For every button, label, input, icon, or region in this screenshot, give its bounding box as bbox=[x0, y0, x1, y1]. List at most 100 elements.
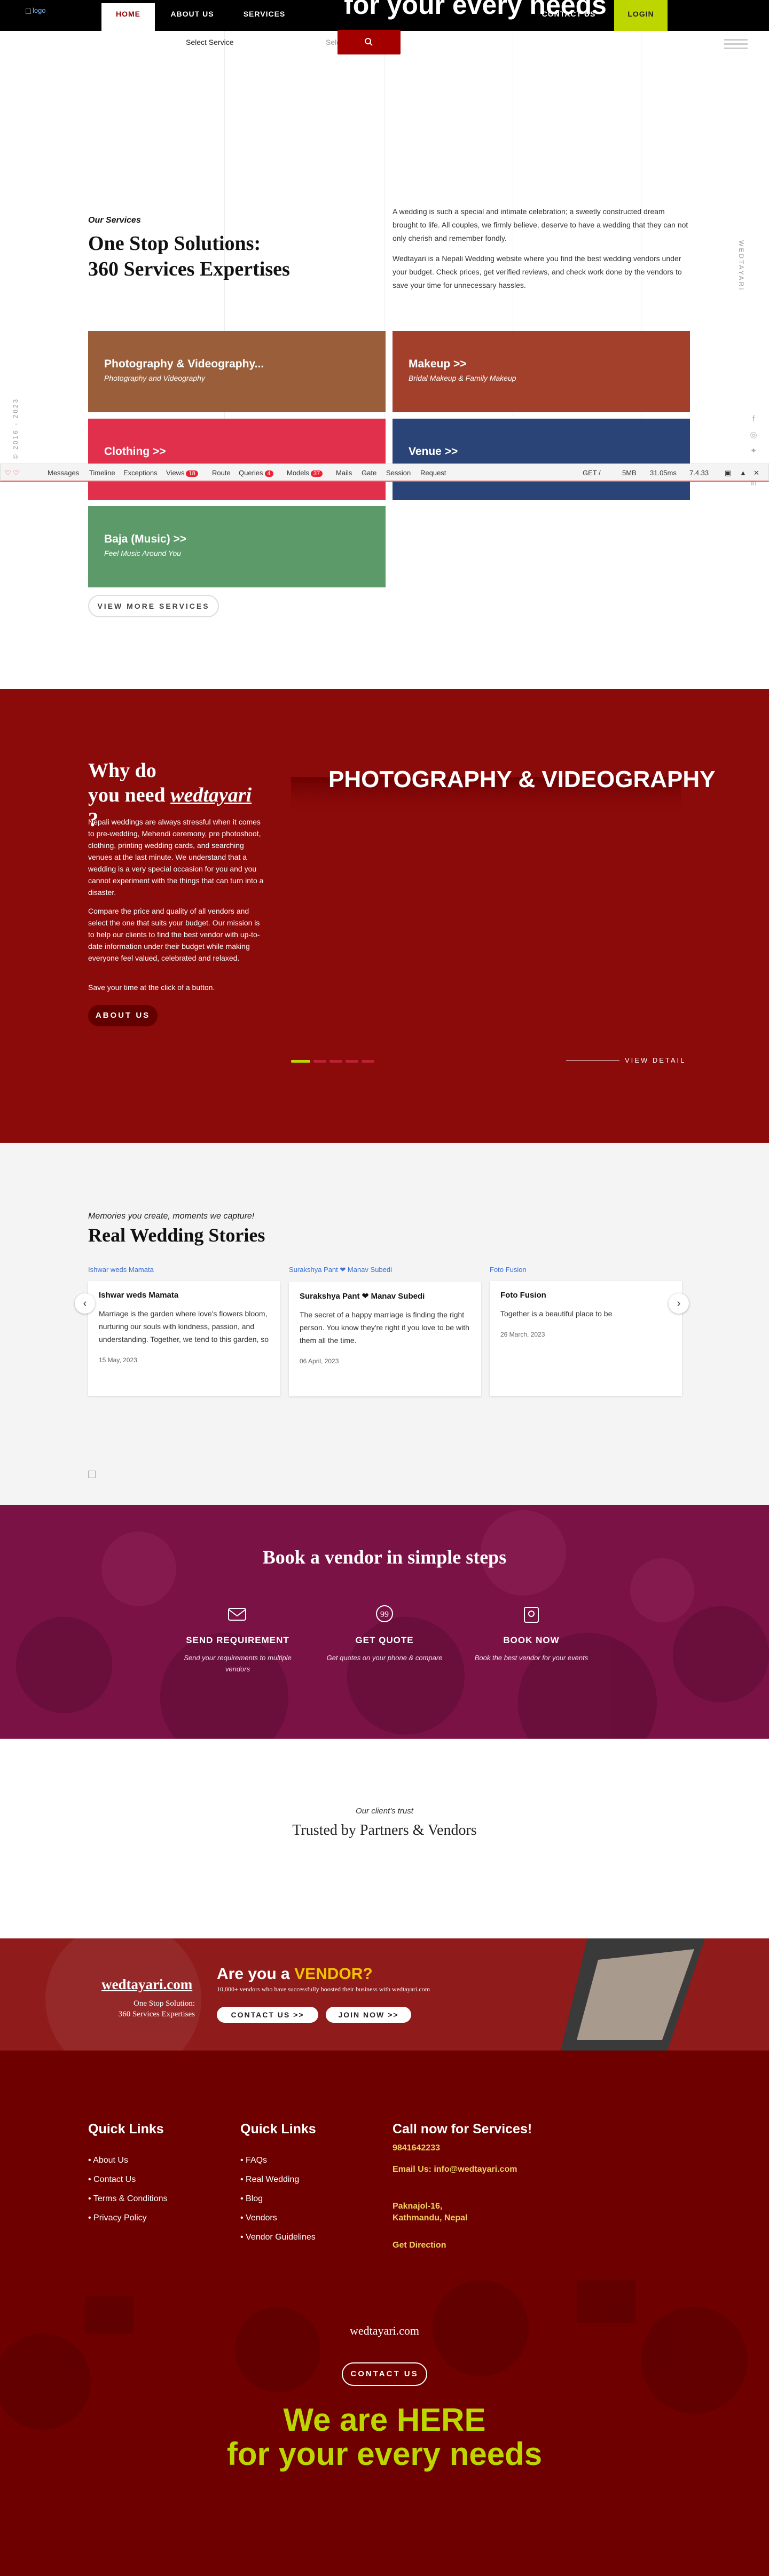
debug-tab[interactable]: Messages bbox=[48, 469, 79, 477]
vendor-join-button[interactable]: JOIN NOW >> bbox=[326, 2007, 411, 2023]
step-text: Send your requirements to multiple vendo… bbox=[184, 1654, 292, 1673]
story-image[interactable]: Surakshya Pant ❤ Manav Subedi bbox=[289, 1266, 481, 1274]
twitter-icon[interactable]: ✦ bbox=[748, 443, 759, 459]
svg-text:99: 99 bbox=[380, 1610, 389, 1619]
footer-link[interactable]: Vendors bbox=[240, 2209, 316, 2228]
story-card[interactable]: Foto Fusion Foto Fusion Together is a bea… bbox=[490, 1266, 682, 1396]
story-text: Marriage is the garden where love's flow… bbox=[99, 1309, 269, 1344]
story-date: 26 March, 2023 bbox=[500, 1331, 545, 1338]
debug-tab[interactable]: Queries 4 bbox=[239, 469, 273, 477]
debug-tab[interactable]: Models 37 bbox=[287, 469, 323, 477]
debugbar-logo-icon[interactable]: ♡ ♡ bbox=[5, 469, 19, 477]
step-heading: GET QUOTE bbox=[355, 1635, 414, 1645]
debug-close-icon[interactable]: ✕ bbox=[754, 469, 759, 477]
debug-tab[interactable]: Views 18 bbox=[166, 469, 198, 477]
bg-line bbox=[384, 31, 385, 485]
stories-title: Real Wedding Stories bbox=[88, 1224, 265, 1246]
nav-about-us[interactable]: ABOUT US bbox=[160, 0, 224, 31]
carousel-next-icon[interactable]: › bbox=[669, 1293, 689, 1314]
nav-services[interactable]: SERVICES bbox=[235, 0, 294, 31]
trust-subtitle: Our client's trust bbox=[356, 1807, 413, 1816]
vendor-logo-text: wedtayari.com bbox=[101, 1976, 193, 1992]
search-icon bbox=[365, 38, 373, 46]
debug-tab[interactable]: Route bbox=[212, 469, 231, 477]
services-paragraph-1: A wedding is such a special and intimate… bbox=[393, 207, 688, 242]
instagram-icon[interactable]: ◎ bbox=[748, 427, 759, 443]
send-requirement-icon bbox=[228, 1608, 246, 1621]
why-paragraph-2: Compare the price and quality of all ven… bbox=[88, 907, 260, 962]
footer-link[interactable]: FAQs bbox=[240, 2151, 316, 2170]
step-send-requirement: SEND REQUIREMENT Send your requirements … bbox=[179, 1602, 296, 1675]
debug-stat-memory: 5MB bbox=[622, 469, 637, 477]
service-card[interactable]: Clothing >> bbox=[88, 419, 386, 500]
debug-tab[interactable]: Exceptions bbox=[123, 469, 158, 477]
service-card[interactable]: Photography & Videography... Photography … bbox=[88, 331, 386, 412]
step-heading: BOOK NOW bbox=[503, 1635, 560, 1645]
footer-link[interactable]: Vendor Guidelines bbox=[240, 2228, 316, 2247]
debug-expand-icon[interactable]: ▲ bbox=[740, 469, 747, 477]
debug-tab[interactable]: Mails bbox=[336, 469, 352, 477]
service-card[interactable]: Makeup >> Bridal Makeup & Family Makeup bbox=[393, 331, 690, 412]
story-image[interactable]: Ishwar weds Mamata bbox=[88, 1266, 280, 1274]
about-us-button[interactable]: ABOUT US bbox=[88, 1005, 158, 1026]
debug-toolbar: ♡ ♡ Messages Timeline Exceptions Views 18… bbox=[0, 464, 769, 482]
view-detail-link[interactable]: VIEW DETAIL bbox=[566, 1056, 686, 1064]
nav-home[interactable]: HOME bbox=[101, 0, 155, 31]
stories-subtitle: Memories you create, moments we capture! bbox=[88, 1212, 255, 1221]
service-card[interactable]: Venue >> bbox=[393, 419, 690, 500]
vendor-subtext: 10,000+ vendors who have successfully bo… bbox=[217, 1985, 430, 1993]
service-card[interactable]: Baja (Music) >> Feel Music Around You bbox=[88, 506, 386, 587]
service-slider[interactable] bbox=[291, 777, 681, 900]
footer-links-1: About Us Contact Us Terms & Conditions P… bbox=[88, 2151, 167, 2228]
top-navbar: for your every needs logo HOME ABOUT US … bbox=[0, 0, 769, 31]
nav-login-button[interactable]: LOGIN bbox=[614, 0, 668, 31]
service-card-title: Baja (Music) >> bbox=[104, 533, 187, 545]
footer-link[interactable]: Terms & Conditions bbox=[88, 2189, 168, 2209]
broken-image-icon bbox=[88, 1471, 96, 1478]
view-more-services-button[interactable]: VIEW MORE SERVICES bbox=[88, 595, 219, 617]
debug-open-icon[interactable]: ▣ bbox=[725, 469, 731, 477]
hamburger-menu-icon[interactable] bbox=[724, 36, 748, 52]
footer-brand: wedtayari.com bbox=[349, 2324, 420, 2337]
footer-email[interactable]: Email Us: info@wedtayari.com bbox=[393, 2165, 517, 2174]
footer-link[interactable]: Contact Us bbox=[88, 2170, 167, 2189]
footer-link[interactable]: Blog bbox=[240, 2189, 316, 2209]
site-logo[interactable]: logo bbox=[26, 6, 46, 14]
story-date: 15 May, 2023 bbox=[99, 1356, 137, 1364]
debug-tab[interactable]: Session bbox=[386, 469, 411, 477]
footer-contact-button[interactable]: CONTACT US bbox=[342, 2362, 427, 2386]
footer-address-1: Paknajol-16, bbox=[393, 2202, 443, 2211]
facebook-icon[interactable]: f bbox=[748, 411, 759, 427]
footer-link[interactable]: Privacy Policy bbox=[88, 2209, 167, 2228]
story-card[interactable]: Ishwar weds Mamata Ishwar weds Mamata Mar… bbox=[88, 1266, 280, 1396]
broken-image-icon bbox=[26, 8, 31, 14]
service-select[interactable]: Select Service bbox=[186, 38, 233, 46]
slider-dots[interactable] bbox=[291, 1056, 378, 1065]
services-title: One Stop Solutions: 360 Services Experti… bbox=[88, 232, 290, 280]
service-card-title: Venue >> bbox=[409, 445, 458, 458]
nav-contact-us[interactable]: CONTACT US bbox=[529, 0, 609, 31]
get-direction-link[interactable]: Get Direction bbox=[393, 2241, 446, 2250]
logo-alt-text: logo bbox=[33, 6, 46, 14]
story-image[interactable]: Foto Fusion bbox=[490, 1266, 682, 1274]
story-card[interactable]: Surakshya Pant ❤ Manav Subedi Surakshya … bbox=[289, 1266, 481, 1396]
footer-link[interactable]: About Us bbox=[88, 2151, 167, 2170]
service-card-title: Photography & Videography... bbox=[104, 358, 264, 370]
footer-big-heading: We are HERE for your every needs bbox=[226, 2402, 543, 2472]
footer-link[interactable]: Real Wedding bbox=[240, 2170, 316, 2189]
debug-tab[interactable]: Timeline bbox=[89, 469, 115, 477]
services-paragraph-2: Wedtayari is a Nepali Wedding website wh… bbox=[393, 254, 682, 289]
carousel-prev-icon[interactable]: ‹ bbox=[75, 1293, 95, 1314]
service-card-subtitle: Photography and Videography bbox=[104, 374, 205, 382]
step-text: Book the best vendor for your events bbox=[474, 1654, 588, 1662]
vendor-contact-button[interactable]: CONTACT US >> bbox=[217, 2007, 318, 2023]
footer-col1-heading: Quick Links bbox=[88, 2122, 164, 2137]
debug-tab[interactable]: Request bbox=[420, 469, 446, 477]
quote-icon: 99 bbox=[376, 1605, 393, 1622]
footer-phone[interactable]: 9841642233 bbox=[393, 2143, 440, 2153]
debug-tab[interactable]: Gate bbox=[362, 469, 376, 477]
story-text: Together is a beautiful place to be bbox=[500, 1309, 613, 1318]
search-button[interactable] bbox=[338, 30, 401, 54]
side-brand-text: WEDTAYARI bbox=[737, 240, 745, 292]
story-text: The secret of a happy marriage is findin… bbox=[300, 1310, 469, 1345]
